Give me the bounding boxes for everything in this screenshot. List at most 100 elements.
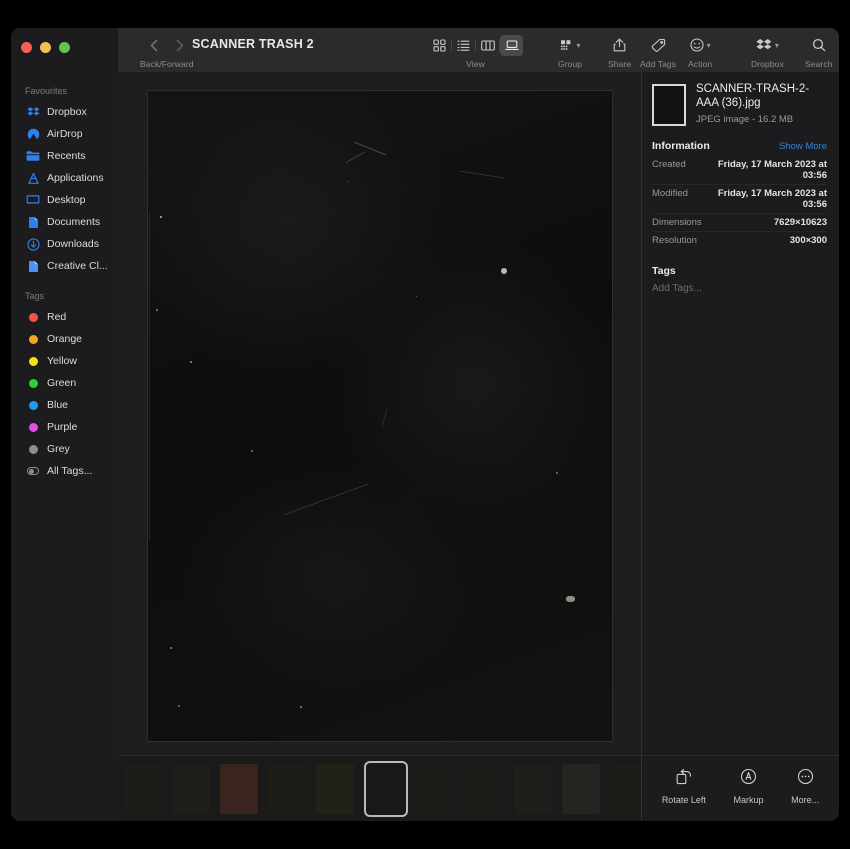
- sidebar-item-airdrop[interactable]: AirDrop: [11, 123, 118, 145]
- gallery-view-button[interactable]: [500, 34, 523, 56]
- add-tags-caption: Add Tags: [640, 59, 677, 69]
- sidebar-item-desktop[interactable]: Desktop: [11, 189, 118, 211]
- filmstrip-thumb[interactable]: [172, 763, 210, 814]
- filmstrip-thumb[interactable]: [220, 763, 258, 814]
- sidebar-item-downloads[interactable]: Downloads: [11, 233, 118, 255]
- info-value: Friday, 17 March 2023 at 03:56: [717, 188, 827, 210]
- downloads-icon: [26, 237, 40, 251]
- info-content: SCANNER-TRASH-2-AAA (36).jpg JPEG image …: [642, 72, 839, 755]
- dropbox-button[interactable]: ▾: [756, 34, 779, 56]
- share-caption: Share: [608, 59, 632, 69]
- traffic-lights: [21, 42, 70, 53]
- sidebar-item-all-tags[interactable]: All Tags...: [11, 460, 118, 482]
- back-button[interactable]: [141, 34, 167, 56]
- view-group: View: [428, 34, 523, 69]
- sidebar-item-recents[interactable]: Recents: [11, 145, 118, 167]
- finder-window: Back/Forward SCANNER TRASH 2 View ▾ Grou…: [11, 28, 839, 821]
- column-view-button[interactable]: [476, 35, 499, 56]
- image-preview[interactable]: [146, 89, 613, 742]
- icon-view-button[interactable]: [428, 35, 451, 56]
- preview-area: [118, 72, 641, 755]
- zoom-button[interactable]: [59, 42, 70, 53]
- add-tags-input[interactable]: Add Tags...: [652, 283, 827, 294]
- dropbox-caption: Dropbox: [751, 59, 784, 69]
- sidebar-section-header-tags: Tags: [25, 291, 45, 301]
- more-button[interactable]: More...: [791, 768, 819, 805]
- file-header: SCANNER-TRASH-2-AAA (36).jpg JPEG image …: [652, 82, 827, 126]
- tag-dot-icon: [26, 354, 40, 368]
- desktop-icon: [26, 193, 40, 207]
- preview-column: [118, 72, 641, 821]
- close-button[interactable]: [21, 42, 32, 53]
- search-button[interactable]: [812, 34, 826, 56]
- sidebar-item-tag-red[interactable]: Red: [11, 306, 118, 328]
- filmstrip-thumb[interactable]: [418, 763, 456, 814]
- action-button[interactable]: ▾: [690, 34, 711, 56]
- sidebar: Favourites Dropbox AirDrop Recents Appli…: [11, 72, 118, 821]
- chevron-down-icon: ▾: [576, 40, 581, 50]
- list-view-button[interactable]: [452, 35, 475, 56]
- filmstrip-thumb[interactable]: [514, 763, 552, 814]
- sidebar-item-label: Blue: [47, 399, 69, 411]
- markup-button[interactable]: Markup: [733, 768, 764, 805]
- sidebar-item-label: Downloads: [47, 238, 99, 250]
- window-body: Favourites Dropbox AirDrop Recents Appli…: [11, 72, 839, 821]
- filmstrip[interactable]: [118, 755, 641, 821]
- share-button[interactable]: [613, 34, 626, 56]
- filmstrip-thumb[interactable]: [610, 763, 641, 814]
- sidebar-item-creative-cloud[interactable]: Creative Cl...: [11, 255, 118, 277]
- minimize-button[interactable]: [40, 42, 51, 53]
- sidebar-item-label: Orange: [47, 333, 83, 345]
- sidebar-item-label: Green: [47, 377, 77, 389]
- sidebar-item-tag-green[interactable]: Green: [11, 372, 118, 394]
- sidebar-item-documents[interactable]: Documents: [11, 211, 118, 233]
- information-title: Information: [652, 140, 710, 152]
- sidebar-item-tag-blue[interactable]: Blue: [11, 394, 118, 416]
- tag-dot-icon: [26, 310, 40, 324]
- view-segmented-control: [428, 34, 523, 56]
- toolbar-sidebar-region: [11, 28, 118, 72]
- show-more-link[interactable]: Show More: [779, 141, 827, 152]
- sidebar-item-label: Desktop: [47, 194, 86, 206]
- tag-dot-icon: [26, 376, 40, 390]
- sidebar-item-tag-grey[interactable]: Grey: [11, 438, 118, 460]
- filmstrip-thumb-selected[interactable]: [364, 760, 408, 817]
- share-group: Share: [608, 34, 631, 69]
- dropbox-icon: [26, 105, 40, 119]
- info-key: Dimensions: [652, 217, 702, 228]
- forward-button[interactable]: [167, 34, 193, 56]
- tag-dot-icon: [26, 420, 40, 434]
- rotate-left-icon: [675, 768, 693, 790]
- nav-group: Back/Forward: [140, 34, 194, 69]
- file-meta: JPEG image - 16.2 MB: [696, 114, 794, 125]
- add-tags-button[interactable]: [651, 34, 666, 56]
- info-value: 300×300: [789, 235, 827, 246]
- sidebar-item-label: AirDrop: [47, 128, 83, 140]
- filmstrip-thumb[interactable]: [316, 763, 354, 814]
- rotate-left-button[interactable]: Rotate Left: [662, 768, 706, 805]
- rotate-left-label: Rotate Left: [661, 795, 706, 805]
- sidebar-item-label: Documents: [47, 216, 101, 228]
- filmstrip-thumb[interactable]: [268, 763, 306, 814]
- sidebar-item-applications[interactable]: Applications: [11, 167, 118, 189]
- action-group: ▾ Action: [688, 34, 712, 69]
- nav-caption: Back/Forward: [140, 59, 194, 69]
- sidebar-item-tag-orange[interactable]: Orange: [11, 328, 118, 350]
- search-group: Search: [805, 34, 833, 69]
- sidebar-item-tag-yellow[interactable]: Yellow: [11, 350, 118, 372]
- applications-icon: [26, 171, 40, 185]
- filmstrip-thumb[interactable]: [562, 763, 600, 814]
- clock-folder-icon: [26, 149, 40, 163]
- group-caption: Group: [558, 59, 583, 69]
- filmstrip-thumb[interactable]: [124, 763, 162, 814]
- sidebar-section-header-favourites: Favourites: [25, 86, 68, 96]
- view-caption: View: [466, 59, 485, 69]
- sidebar-item-dropbox[interactable]: Dropbox: [11, 101, 118, 123]
- information-header: Information Show More: [652, 140, 827, 152]
- sidebar-item-tag-purple[interactable]: Purple: [11, 416, 118, 438]
- filmstrip-thumb[interactable]: [466, 763, 504, 814]
- info-key: Modified: [652, 188, 688, 199]
- sidebar-item-label: Red: [47, 311, 67, 323]
- info-key: Resolution: [652, 235, 697, 246]
- group-button[interactable]: ▾: [560, 34, 581, 56]
